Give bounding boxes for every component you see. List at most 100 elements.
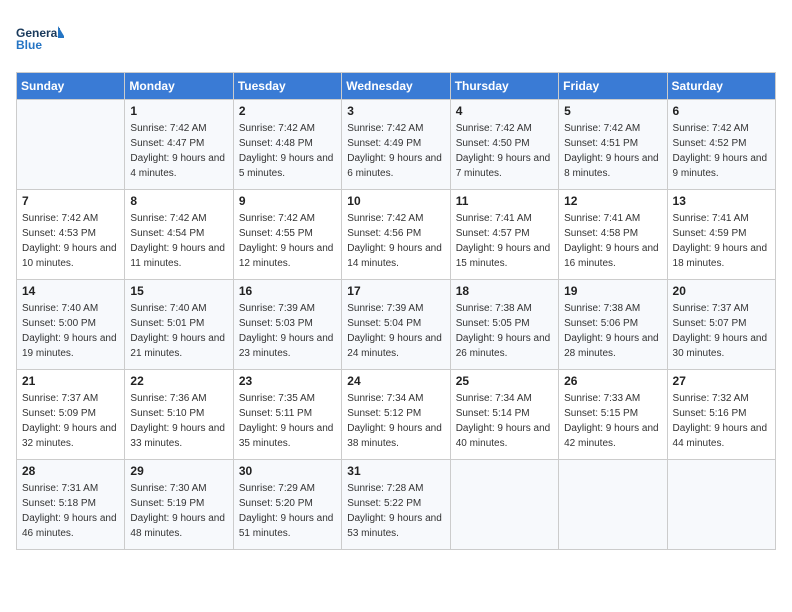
calendar-day-cell: 9Sunrise: 7:42 AMSunset: 4:55 PMDaylight… — [233, 190, 341, 280]
day-number: 12 — [564, 194, 661, 208]
sunrise-text: Sunrise: 7:28 AM — [347, 481, 444, 496]
sunset-text: Sunset: 4:56 PM — [347, 226, 444, 241]
daylight-text: Daylight: 9 hours and 30 minutes. — [673, 331, 770, 361]
daylight-text: Daylight: 9 hours and 4 minutes. — [130, 151, 227, 181]
sunrise-text: Sunrise: 7:42 AM — [22, 211, 119, 226]
day-number: 9 — [239, 194, 336, 208]
daylight-text: Daylight: 9 hours and 26 minutes. — [456, 331, 553, 361]
calendar-day-cell: 2 Sunrise: 7:42 AMSunset: 4:48 PMDaylight… — [233, 100, 341, 190]
weekday-header: Sunday — [17, 73, 125, 100]
calendar-day-cell: 12Sunrise: 7:41 AMSunset: 4:58 PMDayligh… — [559, 190, 667, 280]
daylight-text: Daylight: 9 hours and 15 minutes. — [456, 241, 553, 271]
sunrise-text: Sunrise: 7:31 AM — [22, 481, 119, 496]
sunset-text: Sunset: 5:22 PM — [347, 496, 444, 511]
sunset-text: Sunset: 4:59 PM — [673, 226, 770, 241]
sunset-text: Sunset: 4:48 PM — [239, 136, 336, 151]
calendar-day-cell — [667, 460, 775, 550]
sunrise-text: Sunrise: 7:34 AM — [456, 391, 553, 406]
sunrise-text: Sunrise: 7:42 AM — [564, 121, 661, 136]
sunrise-text: Sunrise: 7:30 AM — [130, 481, 227, 496]
calendar-day-cell: 21Sunrise: 7:37 AMSunset: 5:09 PMDayligh… — [17, 370, 125, 460]
calendar-day-cell: 16Sunrise: 7:39 AMSunset: 5:03 PMDayligh… — [233, 280, 341, 370]
day-number: 7 — [22, 194, 119, 208]
day-number: 30 — [239, 464, 336, 478]
daylight-text: Daylight: 9 hours and 42 minutes. — [564, 421, 661, 451]
calendar-day-cell: 13Sunrise: 7:41 AMSunset: 4:59 PMDayligh… — [667, 190, 775, 280]
sunset-text: Sunset: 5:20 PM — [239, 496, 336, 511]
daylight-text: Daylight: 9 hours and 6 minutes. — [347, 151, 444, 181]
sunset-text: Sunset: 5:00 PM — [22, 316, 119, 331]
calendar-table: SundayMondayTuesdayWednesdayThursdayFrid… — [16, 72, 776, 550]
sunrise-text: Sunrise: 7:34 AM — [347, 391, 444, 406]
day-info: Sunrise: 7:41 AMSunset: 4:59 PMDaylight:… — [673, 211, 770, 271]
day-info: Sunrise: 7:36 AMSunset: 5:10 PMDaylight:… — [130, 391, 227, 451]
sunrise-text: Sunrise: 7:33 AM — [564, 391, 661, 406]
day-info: Sunrise: 7:29 AMSunset: 5:20 PMDaylight:… — [239, 481, 336, 541]
calendar-week-row: 7 Sunrise: 7:42 AMSunset: 4:53 PMDaylight… — [17, 190, 776, 280]
logo-svg: General Blue — [16, 16, 64, 60]
day-number: 14 — [22, 284, 119, 298]
day-number: 2 — [239, 104, 336, 118]
day-info: Sunrise: 7:38 AMSunset: 5:05 PMDaylight:… — [456, 301, 553, 361]
calendar-day-cell: 28Sunrise: 7:31 AMSunset: 5:18 PMDayligh… — [17, 460, 125, 550]
calendar-day-cell: 24Sunrise: 7:34 AMSunset: 5:12 PMDayligh… — [342, 370, 450, 460]
day-info: Sunrise: 7:30 AMSunset: 5:19 PMDaylight:… — [130, 481, 227, 541]
daylight-text: Daylight: 9 hours and 33 minutes. — [130, 421, 227, 451]
day-info: Sunrise: 7:42 AMSunset: 4:54 PMDaylight:… — [130, 211, 227, 271]
daylight-text: Daylight: 9 hours and 19 minutes. — [22, 331, 119, 361]
day-info: Sunrise: 7:42 AMSunset: 4:53 PMDaylight:… — [22, 211, 119, 271]
sunset-text: Sunset: 4:58 PM — [564, 226, 661, 241]
calendar-week-row: 28Sunrise: 7:31 AMSunset: 5:18 PMDayligh… — [17, 460, 776, 550]
weekday-header: Friday — [559, 73, 667, 100]
sunset-text: Sunset: 4:52 PM — [673, 136, 770, 151]
weekday-header: Saturday — [667, 73, 775, 100]
day-number: 10 — [347, 194, 444, 208]
sunset-text: Sunset: 4:54 PM — [130, 226, 227, 241]
calendar-day-cell: 18Sunrise: 7:38 AMSunset: 5:05 PMDayligh… — [450, 280, 558, 370]
sunrise-text: Sunrise: 7:42 AM — [347, 121, 444, 136]
daylight-text: Daylight: 9 hours and 46 minutes. — [22, 511, 119, 541]
sunset-text: Sunset: 5:04 PM — [347, 316, 444, 331]
sunrise-text: Sunrise: 7:41 AM — [673, 211, 770, 226]
daylight-text: Daylight: 9 hours and 44 minutes. — [673, 421, 770, 451]
sunset-text: Sunset: 5:09 PM — [22, 406, 119, 421]
calendar-day-cell: 8 Sunrise: 7:42 AMSunset: 4:54 PMDaylight… — [125, 190, 233, 280]
day-number: 29 — [130, 464, 227, 478]
day-number: 23 — [239, 374, 336, 388]
daylight-text: Daylight: 9 hours and 9 minutes. — [673, 151, 770, 181]
sunrise-text: Sunrise: 7:38 AM — [564, 301, 661, 316]
day-number: 25 — [456, 374, 553, 388]
sunrise-text: Sunrise: 7:35 AM — [239, 391, 336, 406]
sunset-text: Sunset: 5:11 PM — [239, 406, 336, 421]
calendar-day-cell: 7 Sunrise: 7:42 AMSunset: 4:53 PMDaylight… — [17, 190, 125, 280]
calendar-week-row: 21Sunrise: 7:37 AMSunset: 5:09 PMDayligh… — [17, 370, 776, 460]
day-number: 31 — [347, 464, 444, 478]
calendar-day-cell: 25Sunrise: 7:34 AMSunset: 5:14 PMDayligh… — [450, 370, 558, 460]
day-number: 8 — [130, 194, 227, 208]
daylight-text: Daylight: 9 hours and 24 minutes. — [347, 331, 444, 361]
daylight-text: Daylight: 9 hours and 14 minutes. — [347, 241, 444, 271]
logo: General Blue — [16, 16, 64, 60]
sunrise-text: Sunrise: 7:41 AM — [456, 211, 553, 226]
daylight-text: Daylight: 9 hours and 51 minutes. — [239, 511, 336, 541]
day-info: Sunrise: 7:42 AMSunset: 4:49 PMDaylight:… — [347, 121, 444, 181]
day-number: 15 — [130, 284, 227, 298]
sunset-text: Sunset: 4:51 PM — [564, 136, 661, 151]
sunrise-text: Sunrise: 7:29 AM — [239, 481, 336, 496]
sunrise-text: Sunrise: 7:39 AM — [347, 301, 444, 316]
calendar-day-cell: 20Sunrise: 7:37 AMSunset: 5:07 PMDayligh… — [667, 280, 775, 370]
day-number: 3 — [347, 104, 444, 118]
day-number: 26 — [564, 374, 661, 388]
weekday-header: Wednesday — [342, 73, 450, 100]
day-info: Sunrise: 7:42 AMSunset: 4:48 PMDaylight:… — [239, 121, 336, 181]
sunrise-text: Sunrise: 7:36 AM — [130, 391, 227, 406]
day-number: 17 — [347, 284, 444, 298]
sunrise-text: Sunrise: 7:42 AM — [456, 121, 553, 136]
calendar-day-cell: 29 Sunrise: 7:30 AMSunset: 5:19 PMDayligh… — [125, 460, 233, 550]
sunrise-text: Sunrise: 7:42 AM — [673, 121, 770, 136]
sunset-text: Sunset: 5:18 PM — [22, 496, 119, 511]
daylight-text: Daylight: 9 hours and 32 minutes. — [22, 421, 119, 451]
day-info: Sunrise: 7:41 AMSunset: 4:57 PMDaylight:… — [456, 211, 553, 271]
day-info: Sunrise: 7:42 AMSunset: 4:52 PMDaylight:… — [673, 121, 770, 181]
calendar-day-cell: 30 Sunrise: 7:29 AMSunset: 5:20 PMDayligh… — [233, 460, 341, 550]
